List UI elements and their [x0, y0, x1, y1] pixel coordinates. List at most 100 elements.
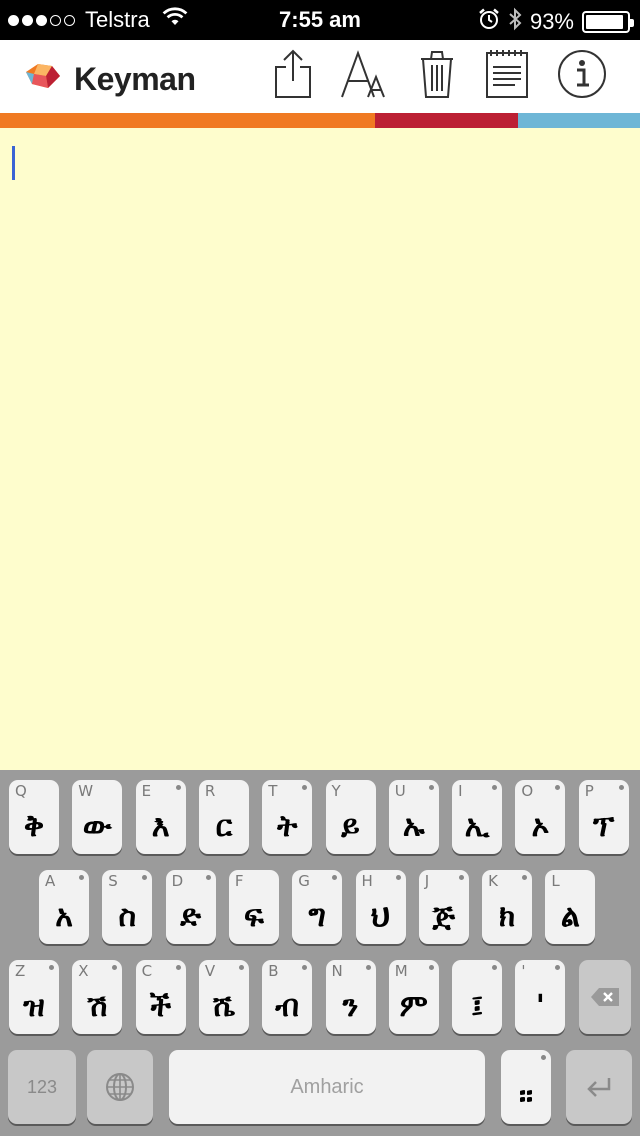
trash-icon — [415, 47, 459, 105]
key-hint: N — [331, 962, 343, 980]
return-icon — [566, 1050, 632, 1124]
info-button[interactable] — [555, 48, 609, 104]
text-cursor — [12, 146, 15, 180]
key-hint: J — [424, 872, 430, 890]
key-m[interactable]: Mም — [388, 960, 439, 1034]
key-e[interactable]: Eእ — [135, 780, 186, 854]
key-glyph: ል — [560, 899, 580, 934]
share-icon — [271, 47, 315, 105]
longpress-indicator — [79, 875, 84, 880]
key-hint: E — [141, 782, 152, 800]
key-hint: Z — [15, 962, 26, 980]
key-w[interactable]: Wው — [72, 780, 123, 854]
app-toolbar: Keyman — [0, 40, 640, 113]
key-hint: D — [171, 872, 184, 890]
globe-key[interactable] — [87, 1050, 153, 1124]
key-b[interactable]: Bብ — [262, 960, 313, 1034]
longpress-indicator — [555, 785, 561, 790]
key-hint: C — [141, 962, 153, 980]
key-j[interactable]: Jጅ — [418, 870, 469, 944]
numbers-key-label: 123 — [26, 1076, 58, 1097]
space-key[interactable]: Amharic — [169, 1050, 485, 1124]
key-t[interactable]: Tት — [262, 780, 313, 854]
clear-text-button[interactable] — [410, 48, 464, 104]
key-s[interactable]: Sስ — [102, 870, 153, 944]
key-hint: W — [78, 782, 94, 800]
key-v[interactable]: Vሼ — [198, 960, 249, 1034]
key-o[interactable]: Oኦ — [515, 780, 566, 854]
key-hint: L — [551, 872, 560, 890]
key-r[interactable]: Rር — [198, 780, 249, 854]
key-f[interactable]: Fፍ — [228, 870, 279, 944]
status-bar: Telstra 7:55 am 93% — [0, 0, 640, 40]
key-d[interactable]: Dድ — [165, 870, 216, 944]
key-glyph: ዝ — [23, 989, 45, 1024]
key-hint: R — [204, 782, 216, 800]
longpress-indicator — [142, 875, 148, 880]
longpress-indicator — [175, 965, 181, 970]
longpress-indicator — [49, 965, 54, 970]
key-h[interactable]: Hህ — [355, 870, 406, 944]
text-editor[interactable] — [0, 128, 640, 770]
key-q[interactable]: Qቅ — [9, 780, 59, 854]
key-glyph: ው — [82, 809, 112, 844]
globe-icon — [87, 1050, 153, 1124]
key-u[interactable]: Uኡ — [388, 780, 439, 854]
key-hint: H — [361, 872, 373, 890]
key-glyph: ኦ — [531, 809, 550, 844]
key-glyph: ፕ — [593, 809, 615, 844]
key-glyph: ች — [149, 989, 172, 1024]
key-g[interactable]: Gግ — [292, 870, 343, 944]
key-glyph: ም — [399, 989, 428, 1024]
key-glyph: ን — [342, 989, 359, 1024]
longpress-indicator — [458, 875, 464, 880]
numbers-key[interactable]: 123 — [8, 1050, 76, 1124]
key-ethiopic-semicolon[interactable]: ፤ — [452, 960, 503, 1034]
key-hint: Q — [15, 782, 27, 800]
longpress-indicator — [205, 875, 211, 880]
return-key[interactable] — [566, 1050, 632, 1124]
key-x[interactable]: Xሽ — [72, 960, 123, 1034]
key-c[interactable]: Cች — [135, 960, 186, 1034]
bluetooth-icon — [508, 7, 522, 37]
key-glyph: አ — [55, 899, 73, 934]
share-button[interactable] — [266, 48, 320, 104]
status-right: 93% — [478, 7, 634, 37]
battery-icon — [582, 11, 634, 33]
key-l[interactable]: Lል — [545, 870, 596, 944]
stripe-red — [375, 113, 518, 128]
stripe-orange — [0, 113, 375, 128]
key-apostrophe[interactable]: ' ' — [515, 960, 566, 1034]
longpress-indicator — [395, 875, 401, 880]
backspace-key[interactable] — [579, 960, 631, 1034]
key-hint: F — [234, 872, 244, 890]
key-y[interactable]: Yይ — [325, 780, 376, 854]
longpress-indicator — [522, 875, 528, 880]
key-i[interactable]: Iኢ — [452, 780, 503, 854]
keyman-logo: Keyman — [22, 58, 196, 100]
key-n[interactable]: Nን — [325, 960, 376, 1034]
key-ethiopic-full-stop[interactable]: ። — [501, 1050, 551, 1124]
key-hint: U — [394, 782, 406, 800]
key-glyph: ሽ — [87, 989, 108, 1024]
alarm-icon — [478, 8, 500, 36]
longpress-indicator — [302, 965, 308, 970]
battery-level — [586, 15, 624, 29]
longpress-indicator — [175, 785, 181, 790]
key-glyph: ፍ — [243, 899, 264, 934]
key-p[interactable]: Pፕ — [578, 780, 629, 854]
key-z[interactable]: Zዝ — [9, 960, 59, 1034]
font-size-button[interactable] — [337, 48, 391, 104]
longpress-indicator — [492, 785, 498, 790]
battery-percent: 93% — [529, 9, 574, 34]
notepad-button[interactable] — [480, 48, 534, 104]
stripe-blue — [518, 113, 640, 128]
key-hint: B — [268, 962, 279, 980]
key-k[interactable]: Kክ — [482, 870, 533, 944]
longpress-indicator — [112, 965, 118, 970]
space-key-label: Amharic — [290, 1075, 364, 1098]
amharic-keyboard: 123 Amharic ። QቅWውEእRርTትYይUኡ I ኢ O ኦ P ፕ… — [0, 770, 640, 1136]
key-a[interactable]: Aአ — [39, 870, 89, 944]
key-hint: V — [204, 962, 216, 980]
key-glyph: ት — [277, 809, 298, 844]
